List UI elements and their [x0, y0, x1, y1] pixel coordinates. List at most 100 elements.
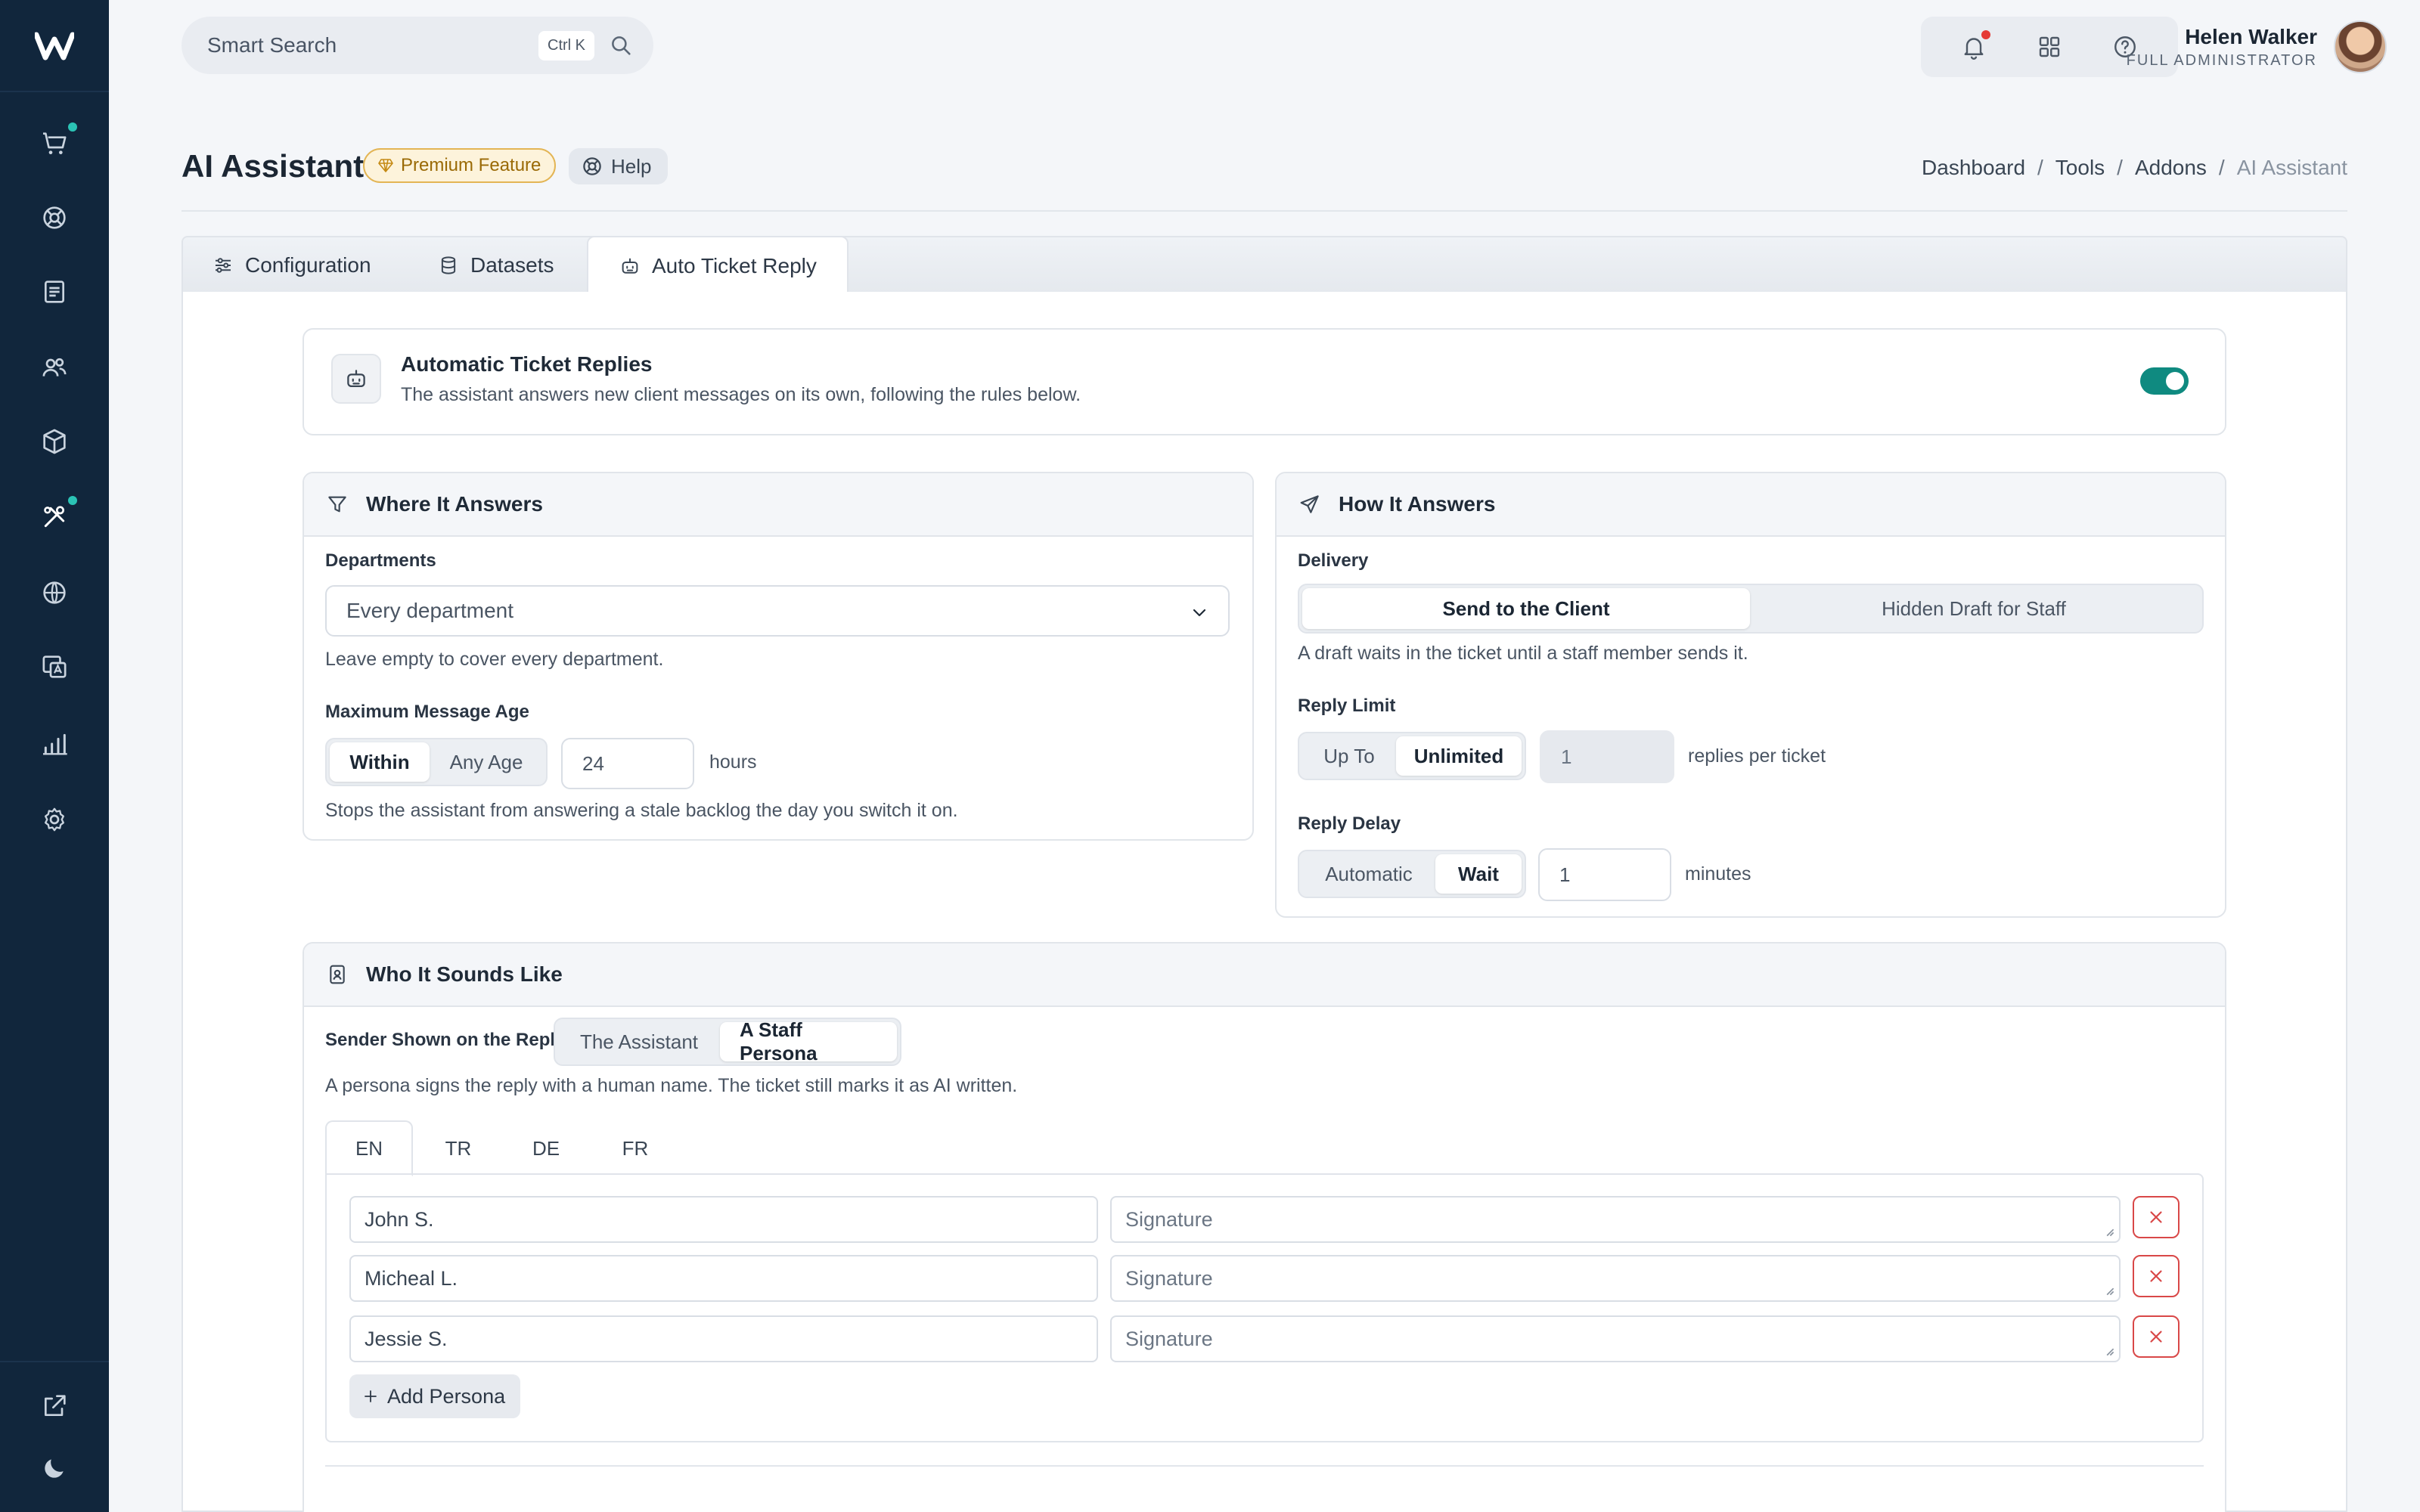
premium-badge: Premium Feature [363, 148, 557, 183]
search-shortcut: Ctrl K [538, 30, 594, 60]
robot-icon [622, 258, 638, 274]
app-logo[interactable] [0, 0, 109, 92]
auto-replies-toggle[interactable] [2140, 367, 2189, 395]
reply-limit-label: Reply Limit [1298, 696, 1396, 716]
user-menu[interactable]: Helen Walker FULL ADMINISTRATOR [2127, 20, 2387, 74]
departments-value: Every department [346, 599, 513, 622]
logo-icon [35, 32, 74, 60]
where-card-header: Where It Answers [304, 473, 1252, 537]
age-option-within[interactable]: Within [330, 742, 430, 782]
sidebar-item-products[interactable] [0, 411, 109, 472]
resize-handle-icon[interactable] [2104, 1346, 2114, 1356]
lang-tab-en[interactable]: EN [325, 1120, 413, 1176]
departments-select[interactable]: Every department [325, 585, 1230, 637]
signature-placeholder: Signature [1125, 1207, 1213, 1231]
max-age-segmented: Within Any Age [325, 738, 548, 786]
sidebar-item-support[interactable] [0, 187, 109, 248]
sidebar-item-tools[interactable] [0, 487, 109, 547]
reply-delay-unit: minutes [1685, 863, 1751, 885]
limit-option-up-to[interactable]: Up To [1302, 736, 1396, 776]
sidebar-item-domains[interactable] [0, 562, 109, 623]
add-persona-label: Add Persona [387, 1384, 506, 1408]
how-card-title: How It Answers [1339, 492, 1496, 516]
sidebar-item-settings[interactable] [0, 789, 109, 850]
remove-persona-button[interactable] [2133, 1196, 2180, 1238]
who-card-header: Who It Sounds Like [304, 943, 2225, 1007]
theme-toggle-button[interactable] [0, 1438, 109, 1498]
chevron-down-icon [1193, 609, 1206, 617]
reply-delay-input[interactable]: 1 [1538, 848, 1671, 901]
tab-configuration-label: Configuration [245, 253, 371, 277]
breadcrumb-tools[interactable]: Tools [2055, 156, 2105, 180]
sidebar-item-translations[interactable] [0, 637, 109, 697]
globe-icon [43, 581, 66, 604]
sender-option-assistant[interactable]: The Assistant [558, 1022, 720, 1061]
add-persona-button[interactable]: Add Persona [349, 1374, 521, 1418]
chart-icon [43, 733, 67, 755]
sidebar-item-orders[interactable] [0, 113, 109, 174]
robot-icon [347, 370, 365, 388]
auto-replies-title: Automatic Ticket Replies [401, 352, 653, 376]
sidebar-item-clients[interactable] [0, 337, 109, 398]
persona-name-input[interactable]: Jessie S. [349, 1315, 1098, 1362]
limit-option-unlimited[interactable]: Unlimited [1396, 736, 1522, 776]
search-input[interactable]: Smart Search [207, 33, 538, 57]
delivery-hint: A draft waits in the ticket until a staf… [1298, 643, 1748, 664]
persona-signature-input[interactable]: Signature [1110, 1196, 2121, 1243]
persona-signature-input[interactable]: Signature [1110, 1315, 2121, 1362]
max-age-input[interactable]: 24 [561, 738, 694, 789]
reply-limit-unit: replies per ticket [1688, 745, 1826, 767]
persona-signature-input[interactable]: Signature [1110, 1255, 2121, 1302]
smart-search[interactable]: Smart Search Ctrl K [182, 17, 653, 74]
moon-icon [45, 1459, 64, 1478]
diamond-icon [378, 159, 393, 172]
avatar[interactable] [2334, 20, 2387, 73]
delivery-option-draft[interactable]: Hidden Draft for Staff [1750, 588, 2198, 629]
resize-handle-icon[interactable] [2104, 1226, 2114, 1237]
delivery-label: Delivery [1298, 550, 1369, 571]
search-icon[interactable] [608, 33, 634, 58]
remove-persona-button[interactable] [2133, 1255, 2180, 1297]
sender-option-persona[interactable]: A Staff Persona [720, 1018, 897, 1064]
persona-name-input[interactable]: John S. [349, 1196, 1098, 1243]
sender-hint: A persona signs the reply with a human n… [325, 1075, 1018, 1096]
filter-icon [328, 496, 346, 513]
breadcrumb: Dashboard / Tools / Addons / AI Assistan… [1922, 156, 2347, 180]
database-icon [441, 256, 456, 274]
delay-option-wait[interactable]: Wait [1435, 854, 1522, 894]
remove-persona-button[interactable] [2133, 1315, 2180, 1358]
delay-option-automatic[interactable]: Automatic [1302, 854, 1435, 894]
lang-tab-tr[interactable]: TR [414, 1120, 502, 1176]
tab-datasets[interactable]: Datasets [437, 237, 554, 293]
age-option-any[interactable]: Any Age [430, 742, 543, 782]
lang-tab-fr[interactable]: FR [591, 1120, 679, 1176]
breadcrumb-addons[interactable]: Addons [2135, 156, 2207, 180]
help-button[interactable]: Help [569, 148, 669, 184]
sidebar-item-reports[interactable] [0, 714, 109, 774]
breadcrumb-current: AI Assistant [2236, 156, 2347, 179]
close-icon [2150, 1331, 2162, 1343]
tab-bar: Configuration Datasets Auto Ticket Reply [182, 236, 2347, 295]
delivery-option-client[interactable]: Send to the Client [1302, 588, 1750, 629]
tab-datasets-label: Datasets [470, 253, 554, 277]
resize-handle-icon[interactable] [2104, 1285, 2114, 1296]
sidebar-item-billing[interactable] [0, 262, 109, 322]
open-external-button[interactable] [0, 1376, 109, 1436]
where-card-title: Where It Answers [366, 492, 543, 516]
lifebuoy-icon [583, 157, 601, 175]
close-icon [2150, 1211, 2162, 1223]
apps-button[interactable] [2034, 32, 2065, 62]
who-card-title: Who It Sounds Like [366, 962, 563, 986]
persona-name-input[interactable]: Micheal L. [349, 1255, 1098, 1302]
breadcrumb-dashboard[interactable]: Dashboard [1922, 156, 2025, 180]
sidebar [0, 0, 109, 1512]
max-age-hint: Stops the assistant from answering a sta… [325, 800, 958, 821]
id-card-icon [330, 965, 345, 984]
tab-configuration[interactable]: Configuration [212, 237, 371, 293]
help-label: Help [611, 154, 652, 178]
lang-tab-de[interactable]: DE [502, 1120, 590, 1176]
reply-limit-input[interactable]: 1 [1540, 730, 1674, 783]
tab-auto-ticket-reply[interactable]: Auto Ticket Reply [587, 236, 849, 295]
reply-delay-label: Reply Delay [1298, 813, 1401, 834]
notifications-button[interactable] [1959, 30, 1990, 62]
